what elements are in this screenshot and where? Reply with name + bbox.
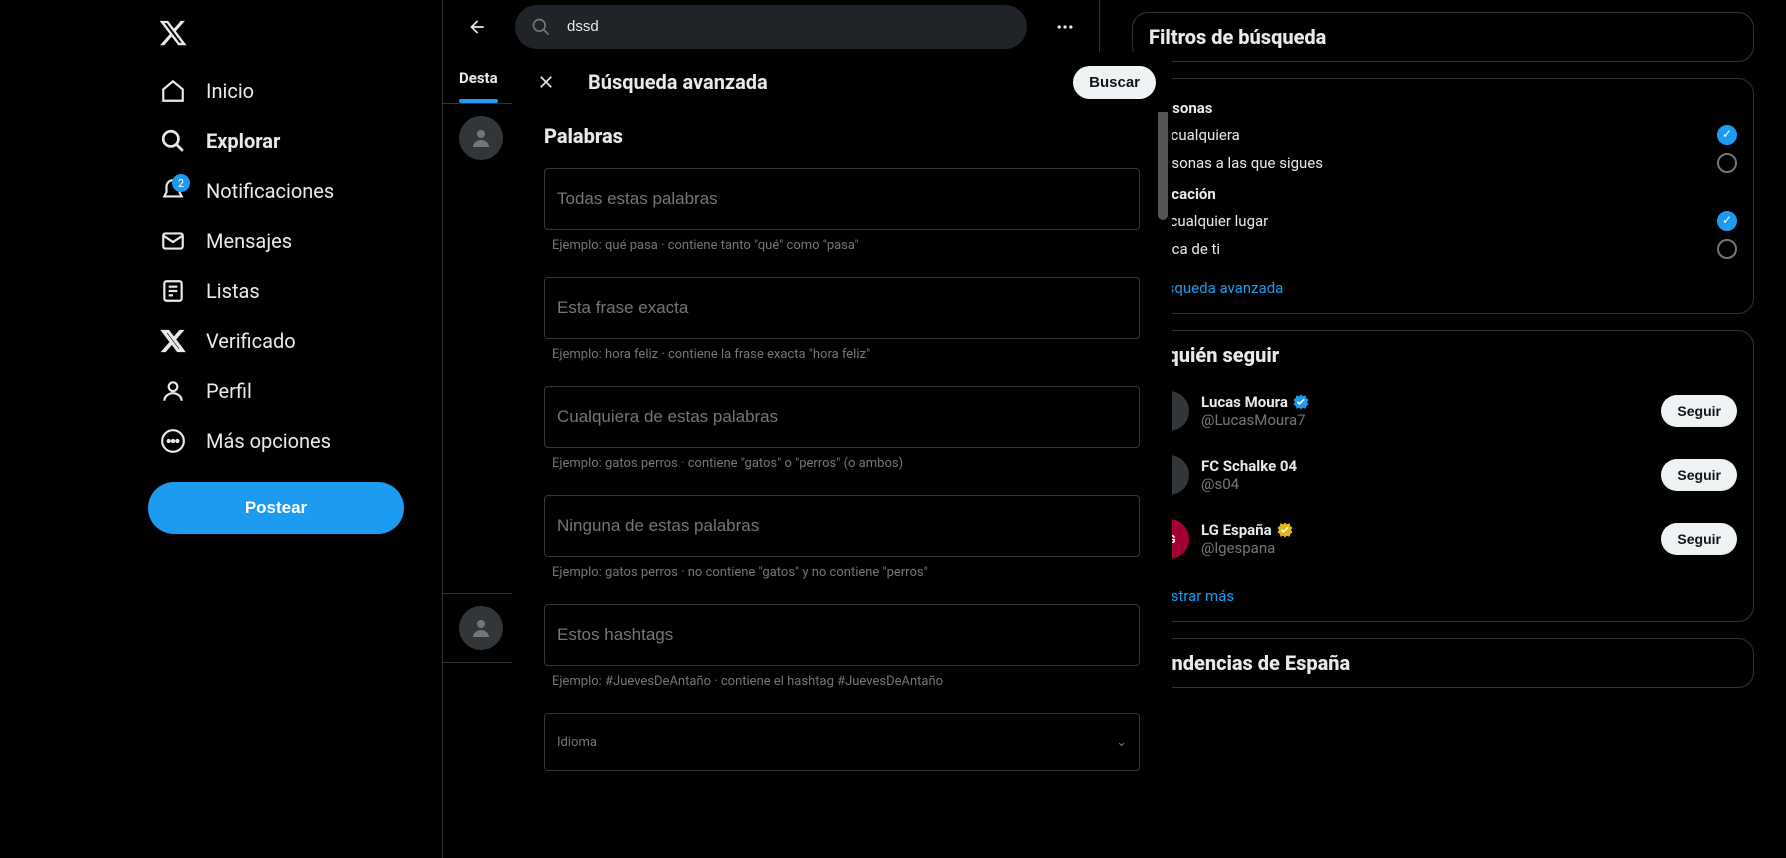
nav-label: Explorar: [206, 129, 280, 153]
tab-featured[interactable]: Desta: [443, 53, 514, 103]
account-handle: @s04: [1201, 475, 1649, 493]
mail-icon: [160, 228, 186, 254]
bell-icon: 2: [160, 178, 186, 204]
filter-anyone[interactable]: De cualquiera: [1149, 121, 1737, 149]
field-hint: Ejemplo: #JuevesDeAntaño · contiene el h…: [544, 674, 1140, 689]
follow-suggestion[interactable]: Lucas Moura @LucasMoura7 Seguir: [1133, 379, 1753, 443]
back-button[interactable]: [459, 9, 495, 45]
none-words-input[interactable]: [544, 495, 1140, 557]
search-input[interactable]: [567, 18, 1011, 35]
follow-suggestion[interactable]: FC Schalke 04 @s04 Seguir: [1133, 443, 1753, 507]
nav-label: Listas: [206, 279, 260, 303]
filter-following[interactable]: Personas a las que sigues: [1149, 149, 1737, 177]
filter-anywhere[interactable]: En cualquier lugar: [1149, 207, 1737, 235]
verified-badge-icon: [1292, 393, 1310, 411]
show-more-link[interactable]: Mostrar más: [1133, 571, 1753, 621]
close-button[interactable]: [528, 64, 564, 100]
modal-title: Búsqueda avanzada: [588, 70, 1073, 94]
post-button[interactable]: Postear: [148, 482, 404, 534]
filter-near-you[interactable]: Cerca de ti: [1149, 235, 1737, 263]
nav-label: Más opciones: [206, 429, 331, 453]
radio-unchecked-icon[interactable]: [1717, 239, 1737, 259]
x-logo[interactable]: [148, 8, 198, 58]
nav-more[interactable]: Más opciones: [148, 416, 343, 466]
words-heading: Palabras: [544, 124, 1140, 148]
nav-messages[interactable]: Mensajes: [148, 216, 304, 266]
account-name: LG España: [1201, 521, 1272, 539]
avatar[interactable]: [459, 606, 503, 650]
search-box[interactable]: [515, 5, 1027, 49]
filters-panel: Personas De cualquiera Personas a las qu…: [1132, 78, 1754, 314]
all-words-input[interactable]: [544, 168, 1140, 230]
ellipsis-icon: [1055, 17, 1075, 37]
radio-checked-icon[interactable]: [1717, 211, 1737, 231]
nav-label: Verificado: [206, 329, 296, 353]
follow-button[interactable]: Seguir: [1661, 459, 1737, 491]
field-hint: Ejemplo: qué pasa · contiene tanto "qué"…: [544, 238, 1140, 253]
location-heading: Ubicación: [1149, 185, 1737, 203]
hashtags-input[interactable]: [544, 604, 1140, 666]
more-button[interactable]: [1047, 9, 1083, 45]
follow-suggestion[interactable]: LG LG España @lgespana Seguir: [1133, 507, 1753, 571]
nav-notifications[interactable]: 2 Notificaciones: [148, 166, 346, 216]
home-icon: [160, 78, 186, 104]
chevron-down-icon: ⌄: [1116, 735, 1127, 750]
advanced-search-modal: Búsqueda avanzada Buscar Palabras Ejempl…: [512, 52, 1172, 858]
nav-profile[interactable]: Perfil: [148, 366, 264, 416]
filters-title: Filtros de búsqueda: [1149, 25, 1737, 49]
nav-verified[interactable]: Verificado: [148, 316, 308, 366]
radio-unchecked-icon[interactable]: [1717, 153, 1737, 173]
nav-home[interactable]: Inicio: [148, 66, 266, 116]
person-icon: [160, 378, 186, 404]
persons-heading: Personas: [1149, 99, 1737, 117]
advanced-search-link[interactable]: Búsqueda avanzada: [1149, 263, 1737, 301]
language-label: Idioma: [557, 735, 597, 750]
search-button[interactable]: Buscar: [1073, 66, 1156, 99]
search-filters-header: Filtros de búsqueda: [1132, 12, 1754, 62]
avatar[interactable]: [459, 116, 503, 160]
notification-badge: 2: [172, 174, 190, 192]
follow-title: A quién seguir: [1133, 331, 1753, 379]
nav-label: Mensajes: [206, 229, 292, 253]
follow-button[interactable]: Seguir: [1661, 395, 1737, 427]
radio-label: Personas a las que sigues: [1149, 154, 1323, 172]
field-hint: Ejemplo: gatos perros · no contiene "gat…: [544, 565, 1140, 580]
list-icon: [160, 278, 186, 304]
nav-lists[interactable]: Listas: [148, 266, 272, 316]
who-to-follow: A quién seguir Lucas Moura @LucasMoura7 …: [1132, 330, 1754, 622]
trends-title: Tendencias de España: [1133, 639, 1753, 687]
verified-badge-icon: [1276, 521, 1294, 539]
close-icon: [536, 72, 556, 92]
account-name: Lucas Moura: [1201, 393, 1288, 411]
account-name: FC Schalke 04: [1201, 457, 1297, 475]
more-circle-icon: [160, 428, 186, 454]
language-select[interactable]: Idioma ⌄: [544, 713, 1140, 771]
nav-label: Notificaciones: [206, 179, 334, 203]
radio-checked-icon[interactable]: [1717, 125, 1737, 145]
field-hint: Ejemplo: gatos perros · contiene "gatos"…: [544, 456, 1140, 471]
x-icon: [160, 328, 186, 354]
search-icon: [160, 128, 186, 154]
account-handle: @lgespana: [1201, 539, 1649, 557]
trends-panel: Tendencias de España: [1132, 638, 1754, 688]
exact-phrase-input[interactable]: [544, 277, 1140, 339]
account-handle: @LucasMoura7: [1201, 411, 1649, 429]
nav-label: Perfil: [206, 379, 252, 403]
nav-explore[interactable]: Explorar: [148, 116, 292, 166]
nav-label: Inicio: [206, 79, 254, 103]
search-icon: [531, 17, 551, 37]
any-words-input[interactable]: [544, 386, 1140, 448]
field-hint: Ejemplo: hora feliz · contiene la frase …: [544, 347, 1140, 362]
follow-button[interactable]: Seguir: [1661, 523, 1737, 555]
